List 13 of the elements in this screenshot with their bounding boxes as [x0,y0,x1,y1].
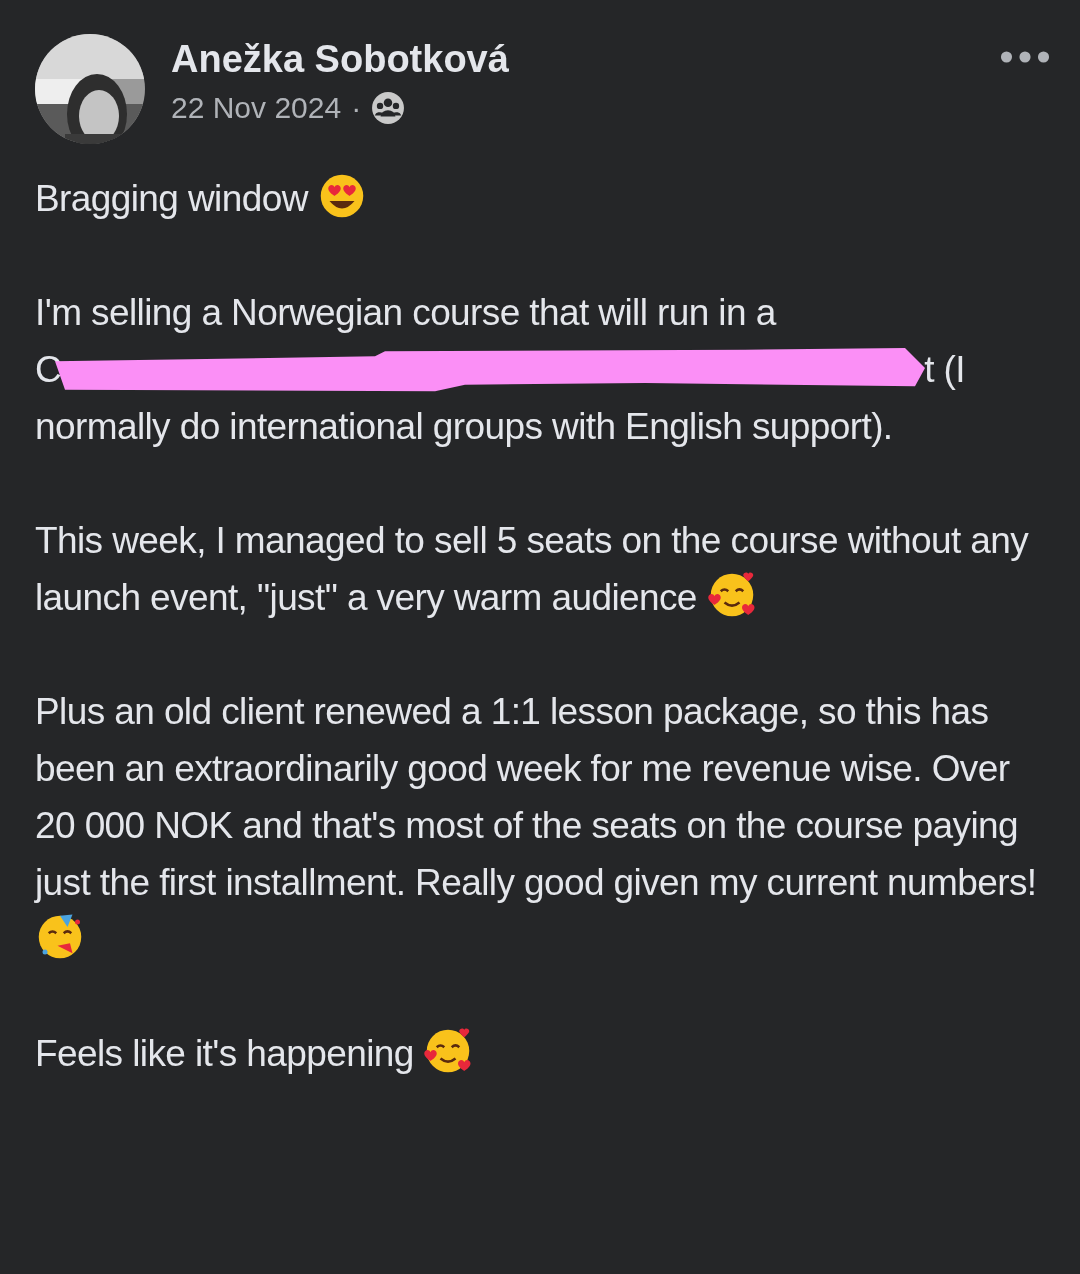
post-paragraph: This week, I managed to sell 5 seats on the course without any launch event, "just" a very warm audience [35,519,1030,622]
post-paragraph: Bragging window [35,170,1050,227]
group-icon[interactable] [371,91,406,125]
post-text: C [35,348,62,392]
post-text: normally do international groups with English support). [35,405,894,449]
post-date[interactable]: 22 Nov 2024 [171,91,342,125]
separator: · [351,91,362,125]
more-options-icon[interactable] [1000,50,1050,64]
post-text: I'm selling a Norwegian course that will run in a [35,291,778,335]
post-text: t (I [924,348,965,392]
author-name[interactable]: Anežka Sobotková [171,38,974,81]
post-paragraph: Plus an old client renewed a 1:1 lesson package, so this has been an extraordinarily good week for me revenue wise. Over 20 000 NOK and that's most of the seats on the course paying just the first installment. Really good given my current numbers! [35,683,1050,968]
post-paragraph: Feels like it's happening [35,1025,1050,1082]
